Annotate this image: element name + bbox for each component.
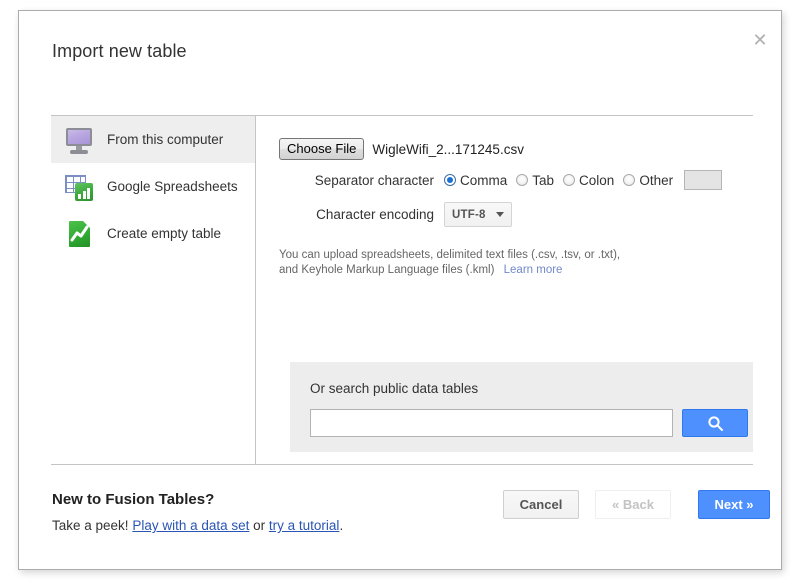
radio-option-comma[interactable]: Comma <box>444 173 507 188</box>
footer-heading: New to Fusion Tables? <box>52 491 215 508</box>
chevron-down-icon <box>496 212 504 217</box>
sidebar-item-label: Google Spreadsheets <box>107 179 238 194</box>
file-chooser-row: Choose File WigleWifi_2...171245.csv <box>279 138 524 160</box>
learn-more-link[interactable]: Learn more <box>504 264 563 276</box>
green-chart-doc-icon <box>63 218 95 250</box>
try-a-tutorial-link[interactable]: try a tutorial <box>269 518 340 533</box>
upload-help-text: You can upload spreadsheets, delimited t… <box>279 248 620 278</box>
character-encoding-select[interactable]: UTF-8 <box>444 202 512 227</box>
import-settings-pane: Choose File WigleWifi_2...171245.csv Sep… <box>257 116 753 464</box>
radio-label: Other <box>639 172 674 188</box>
search-panel-title: Or search public data tables <box>310 381 479 396</box>
search-icon <box>707 415 723 431</box>
radio-comma-icon[interactable] <box>444 174 456 186</box>
search-button[interactable] <box>682 409 748 437</box>
sidebar-item-google-spreadsheets[interactable]: Google Spreadsheets <box>51 163 255 210</box>
back-button[interactable]: « Back <box>595 490 671 519</box>
footer-subtext: Take a peek! Play with a data set or try… <box>52 518 343 533</box>
radio-option-tab[interactable]: Tab <box>516 173 554 188</box>
sidebar-item-from-this-computer[interactable]: From this computer <box>51 116 255 163</box>
footer-prefix: Take a peek! <box>52 518 133 533</box>
radio-option-other[interactable]: Other <box>623 173 673 188</box>
character-encoding-row: Character encoding UTF-8 <box>279 202 512 227</box>
import-new-table-dialog: ✕ Import new table From this computer Go… <box>18 10 782 570</box>
selected-file-name: WigleWifi_2...171245.csv <box>372 141 524 157</box>
footer-suffix: . <box>339 518 344 533</box>
play-with-data-set-link[interactable]: Play with a data set <box>132 518 249 533</box>
help-line-2: and Keyhole Markup Language files (.kml) <box>279 264 495 276</box>
separator-character-label: Separator character <box>314 172 434 188</box>
radio-other-icon[interactable] <box>623 174 636 186</box>
help-line-1: You can upload spreadsheets, delimited t… <box>279 249 621 261</box>
radio-label: Comma <box>460 172 508 188</box>
radio-tab-icon[interactable] <box>516 174 529 186</box>
search-input[interactable] <box>310 409 673 437</box>
spreadsheet-icon <box>63 171 95 203</box>
sidebar-item-label: Create empty table <box>107 226 222 241</box>
divider-bottom <box>51 464 753 465</box>
cancel-button[interactable]: Cancel <box>503 490 579 519</box>
next-button[interactable]: Next » <box>698 490 770 519</box>
radio-label: Colon <box>579 172 615 188</box>
page-title: Import new table <box>52 41 187 61</box>
public-data-search-panel: Or search public data tables <box>290 362 753 452</box>
character-encoding-value: UTF-8 <box>452 208 486 221</box>
footer-middle: or <box>249 518 269 533</box>
other-separator-input[interactable] <box>684 170 723 190</box>
close-icon[interactable]: ✕ <box>747 27 773 53</box>
sidebar-item-create-empty-table[interactable]: Create empty table <box>51 210 255 257</box>
radio-option-colon[interactable]: Colon <box>563 173 614 188</box>
character-encoding-label: Character encoding <box>316 207 434 222</box>
sidebar-item-label: From this computer <box>107 132 224 147</box>
radio-label: Tab <box>532 172 555 188</box>
separator-character-row: Separator character Comma Tab Colon Othe… <box>279 170 723 190</box>
source-sidebar: From this computer Google Spreadsheets C… <box>51 116 256 464</box>
radio-colon-icon[interactable] <box>563 174 576 186</box>
monitor-icon <box>63 124 95 156</box>
choose-file-button[interactable]: Choose File <box>279 138 365 160</box>
